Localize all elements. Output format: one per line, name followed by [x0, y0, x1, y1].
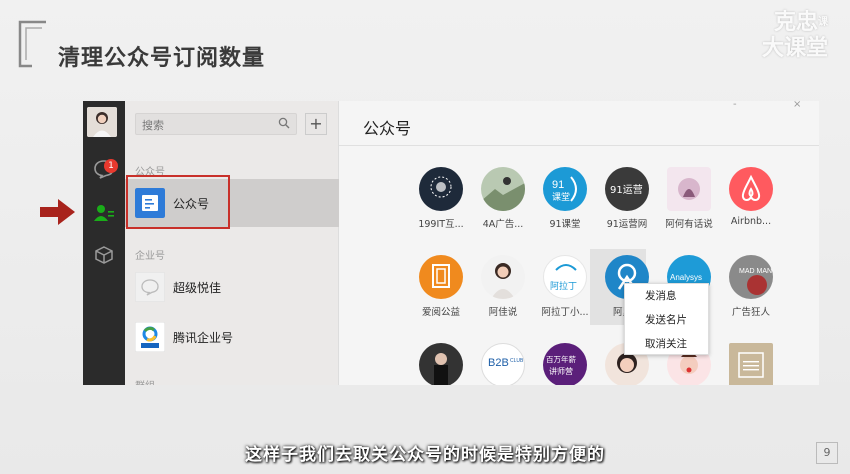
brand-mark: 课 [818, 17, 828, 28]
account-tile[interactable]: 91运营 91运营网 [596, 167, 658, 230]
list-item-enterprise[interactable]: 腾讯企业号 [125, 313, 339, 361]
account-avatar: MAD MAN [729, 255, 773, 299]
account-name: 阿拉丁小... [541, 307, 589, 318]
section-label-bottom: 群组 [135, 377, 155, 385]
account-tile[interactable]: MAD MAN 广告狂人 [720, 255, 782, 318]
account-name: 199IT互... [418, 219, 464, 230]
account-avatar: 百万年薪 讲师营 [543, 343, 587, 385]
panel-title: 公众号 [363, 119, 412, 138]
tile-text: 课堂 [552, 191, 570, 203]
account-tile[interactable] [410, 343, 472, 385]
account-avatar: 91 课堂 [543, 167, 587, 211]
tile-text: 91运营 [610, 183, 643, 196]
account-avatar: B2B CLUB [481, 343, 525, 385]
account-tile[interactable]: B2B CLUB [472, 343, 534, 385]
video-subtitle: 这样子我们去取关公众号的时候是特别方便的 [245, 445, 605, 465]
box-icon[interactable] [90, 243, 118, 267]
account-tile[interactable]: 91 课堂 91课堂 [534, 167, 596, 230]
title-bracket-decoration [18, 20, 46, 68]
account-avatar [419, 167, 463, 211]
search-placeholder: 搜索 [142, 119, 164, 132]
account-name: 4A广告... [482, 219, 524, 230]
account-tile[interactable]: 阿佳说 [472, 255, 534, 318]
account-tile[interactable]: 爱阅公益 [410, 255, 472, 318]
account-avatar [419, 255, 463, 299]
context-menu: 发消息 发送名片 取消关注 [624, 283, 709, 355]
section-label-enterprise: 企业号 [135, 251, 165, 262]
highlight-box [126, 175, 230, 229]
avatar[interactable] [87, 107, 117, 137]
account-tile[interactable]: 百万年薪 讲师营 [534, 343, 596, 385]
list-item-label: 超级悦佳 [173, 281, 222, 295]
menu-item-unfollow[interactable]: 取消关注 [625, 332, 708, 356]
account-avatar [481, 255, 525, 299]
tile-text: CLUB [510, 358, 524, 364]
tile-text: 百万年薪 [546, 354, 576, 364]
unread-badge: 1 [104, 159, 118, 173]
official-accounts-panel: 公众号 - × 199IT互... 4A广告... 91课堂 91课堂 91运 [339, 101, 819, 385]
list-item-enterprise[interactable]: 超级悦佳 [125, 263, 339, 311]
account-avatar: 阿拉丁 [543, 255, 587, 299]
enterprise-chat-icon [135, 272, 165, 302]
add-button[interactable]: + [305, 113, 327, 135]
contact-list: 搜索 + 公众号 公众号 企业号 超级悦佳 腾讯企业号 [125, 101, 339, 385]
brand-line-2: 大课堂 [761, 36, 828, 61]
search-icon [278, 117, 290, 129]
tile-text: 91 [552, 179, 564, 191]
page-number: 9 [816, 442, 838, 464]
tile-text: 讲师营 [549, 366, 573, 376]
account-tile[interactable] [720, 343, 782, 385]
account-avatar [419, 343, 463, 385]
red-arrow-pointer [40, 199, 75, 225]
account-name: 阿何有话说 [665, 219, 713, 230]
account-name: 91课堂 [549, 219, 581, 230]
tile-text: Analysys [670, 273, 702, 282]
account-tile[interactable]: 阿何有话说 [658, 167, 720, 230]
brand-line-1: 克忠 [773, 10, 818, 35]
menu-item-send-message[interactable]: 发消息 [625, 284, 708, 308]
slide-title: 清理公众号订阅数量 [58, 46, 266, 71]
account-name: 广告狂人 [731, 307, 770, 318]
tile-text: 阿拉丁 [550, 280, 577, 292]
brand-logo: 克忠课 大课堂 [762, 10, 828, 62]
account-name: 91运营网 [606, 219, 648, 230]
account-tile[interactable]: 4A广告... [472, 167, 534, 230]
contacts-icon[interactable] [90, 201, 118, 225]
account-tile[interactable]: Airbnb... [720, 167, 782, 227]
panel-divider [339, 145, 819, 146]
account-name: Airbnb... [730, 216, 772, 227]
account-avatar [729, 343, 773, 385]
account-avatar: 91运营 [605, 167, 649, 211]
account-tile[interactable]: 阿拉丁 阿拉丁小... [534, 255, 596, 318]
minimize-button[interactable]: - [733, 101, 737, 110]
tencent-logo-icon [135, 322, 165, 352]
search-input[interactable]: 搜索 [135, 113, 297, 135]
close-button[interactable]: × [793, 101, 801, 110]
account-avatar [729, 167, 773, 211]
list-item-label: 腾讯企业号 [173, 331, 234, 345]
nav-sidebar: 1 [83, 101, 125, 385]
menu-item-send-card[interactable]: 发送名片 [625, 308, 708, 332]
tile-text: B2B [488, 357, 509, 369]
tile-text: MAD MAN [739, 268, 772, 275]
account-name: 阿佳说 [488, 307, 518, 318]
account-name: 爱阅公益 [421, 307, 460, 318]
avatar-image [87, 107, 117, 137]
account-avatar [481, 167, 525, 211]
account-tile[interactable]: 199IT互... [410, 167, 472, 230]
account-avatar [667, 167, 711, 211]
